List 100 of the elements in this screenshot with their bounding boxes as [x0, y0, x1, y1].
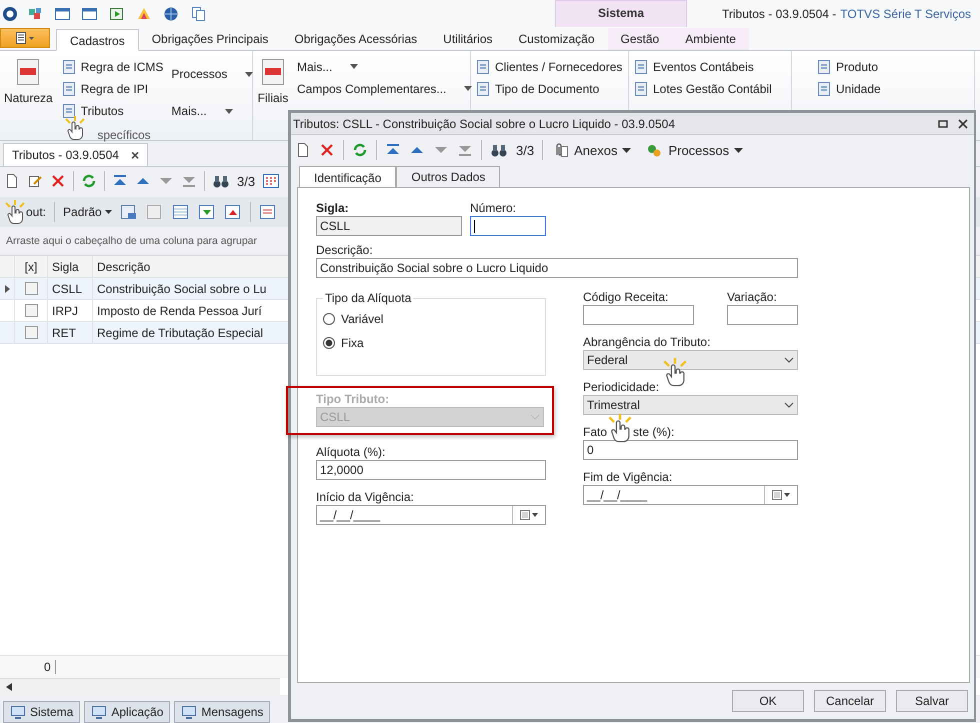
date-field[interactable]: __/__/____ — [583, 485, 798, 505]
exit-icon[interactable] — [108, 6, 126, 22]
radio-label: Fixa — [341, 336, 364, 350]
ribbon-item[interactable]: Mais... — [297, 57, 472, 76]
field-label: Periodicidade: — [583, 380, 660, 394]
ribbon-item[interactable]: Unidade — [816, 79, 881, 98]
document-tab[interactable]: Tributos - 03.9.0504 × — [3, 143, 148, 166]
ribbon-tab[interactable]: Ambiente — [672, 28, 749, 50]
edit-icon[interactable] — [27, 173, 43, 189]
caret-icon — [734, 148, 744, 152]
ribbon-item[interactable]: Produto — [816, 57, 881, 76]
field-label: Tipo Tributo: — [316, 392, 390, 406]
form-tab[interactable]: Identificação — [299, 166, 396, 188]
columns-icon[interactable] — [258, 204, 277, 220]
ribbon-group-label: specíficos — [97, 128, 151, 142]
input-field[interactable]: CSLL — [316, 216, 462, 236]
ribbon-item[interactable]: Clientes / Fornecedores — [475, 57, 622, 76]
ribbon-tab[interactable]: Obrigações Principais — [138, 28, 282, 50]
export-icon[interactable] — [224, 204, 242, 220]
input-field[interactable]: 12,0000 — [316, 460, 546, 480]
import-icon[interactable] — [198, 204, 216, 220]
horizontal-scrollbar[interactable] — [0, 678, 280, 695]
ribbon-tab[interactable]: Gestão — [608, 28, 672, 50]
app-logo-icon[interactable] — [2, 6, 18, 22]
calendar-grid-icon[interactable] — [262, 173, 280, 189]
ribbon-item[interactable]: Regra de ICMS — [60, 57, 164, 76]
column-header[interactable]: Sigla — [48, 256, 93, 277]
table-cell-text: Constribuição Social sobre o Lu — [96, 282, 266, 296]
document-icon — [816, 80, 832, 96]
save-layout-icon[interactable] — [120, 204, 138, 220]
date-field[interactable]: __/__/____ — [316, 505, 546, 525]
input-field[interactable] — [470, 216, 546, 236]
new-document-icon[interactable] — [4, 173, 20, 189]
ribbon-item[interactable]: Tributos — [60, 101, 164, 120]
ribbon-item[interactable]: Mais... — [171, 94, 254, 128]
binoculars-icon[interactable] — [212, 173, 230, 189]
row-checkbox[interactable] — [24, 326, 38, 339]
dialog-button[interactable]: Cancelar — [814, 690, 886, 712]
field-label: Fato — [583, 425, 608, 439]
field-label: ste (%): — [633, 425, 674, 439]
binoculars-icon[interactable] — [490, 142, 508, 158]
dialog-button[interactable]: OK — [732, 690, 804, 712]
bottom-tab[interactable]: Sistema — [3, 701, 80, 723]
ribbon-tab[interactable]: Utilitários — [430, 28, 506, 50]
record-counter: 3/3 — [237, 174, 256, 188]
bottom-tab[interactable]: Aplicação — [84, 701, 170, 723]
delete-icon[interactable] — [319, 142, 335, 158]
maximize-icon[interactable] — [938, 118, 948, 128]
column-header[interactable]: [x] — [15, 256, 48, 277]
refresh-icon[interactable] — [352, 142, 368, 158]
layout-preset-dropdown[interactable]: Padrão — [63, 205, 112, 219]
monitor-icon — [91, 705, 108, 719]
table-icon[interactable] — [172, 204, 190, 220]
ribbon-large-button[interactable]: Natureza — [4, 55, 53, 128]
field-label: Descrição: — [316, 243, 374, 257]
ribbon-item[interactable]: Tipo de Documento — [475, 79, 622, 98]
ribbon-item[interactable]: Processos — [171, 57, 254, 91]
copy-icon[interactable] — [189, 6, 207, 22]
column-header[interactable]: Descrição — [93, 260, 150, 274]
delete-icon[interactable] — [50, 173, 66, 189]
group-title: Tipo da Alíquota — [323, 291, 414, 305]
ribbon-tab[interactable]: Customização — [506, 28, 608, 50]
dropdown[interactable]: Trimestral — [583, 395, 798, 415]
radio-button[interactable] — [323, 313, 335, 325]
radio-button[interactable] — [323, 337, 335, 349]
app-menu-button[interactable] — [0, 28, 50, 48]
globe-icon[interactable] — [162, 6, 180, 22]
ribbon-item[interactable]: Eventos Contábeis — [633, 57, 772, 76]
ribbon-tab[interactable]: Cadastros — [56, 29, 139, 51]
chevron-down-icon — [784, 402, 794, 408]
close-tab-button[interactable]: × — [130, 147, 140, 163]
calendar-icon — [519, 509, 539, 521]
scroll-left-icon[interactable] — [6, 683, 12, 691]
dialog-button[interactable]: Salvar — [896, 690, 968, 712]
ribbon-tab[interactable]: Obrigações Acessórias — [281, 28, 430, 50]
document-icon — [60, 58, 77, 74]
ribbon-large-button[interactable]: Filiais — [257, 55, 289, 140]
form-tab[interactable]: Outros Dados — [396, 166, 500, 187]
context-tab-group-header: Sistema — [555, 0, 687, 27]
document-icon — [633, 58, 649, 74]
window-icon[interactable] — [54, 6, 72, 22]
record-counter: 3/3 — [516, 142, 534, 158]
input-field[interactable]: Constribuição Social sobre o Lucro Liquido — [316, 258, 798, 278]
toolbar-menu-button[interactable]: Anexos — [551, 142, 632, 158]
input-field[interactable]: 0 — [583, 440, 798, 460]
ribbon-item[interactable]: Regra de IPI — [60, 79, 164, 98]
document-icon — [475, 80, 491, 96]
row-checkbox[interactable] — [24, 304, 38, 317]
field-label: Fim de Vigência: — [583, 470, 674, 484]
input-field[interactable] — [727, 305, 798, 325]
refresh-icon[interactable] — [81, 173, 97, 189]
close-icon[interactable] — [958, 118, 968, 128]
row-checkbox[interactable] — [24, 282, 38, 295]
table-cell: CSLL — [48, 278, 93, 299]
ribbon-item[interactable]: Lotes Gestão Contábil — [633, 79, 772, 98]
window-icon[interactable] — [81, 6, 99, 22]
ribbon-item[interactable]: Campos Complementares... — [297, 79, 472, 98]
bottom-tab[interactable]: Mensagens — [174, 701, 270, 723]
input-field[interactable] — [583, 305, 694, 325]
toolbar-menu-button[interactable]: Processos — [645, 142, 744, 158]
